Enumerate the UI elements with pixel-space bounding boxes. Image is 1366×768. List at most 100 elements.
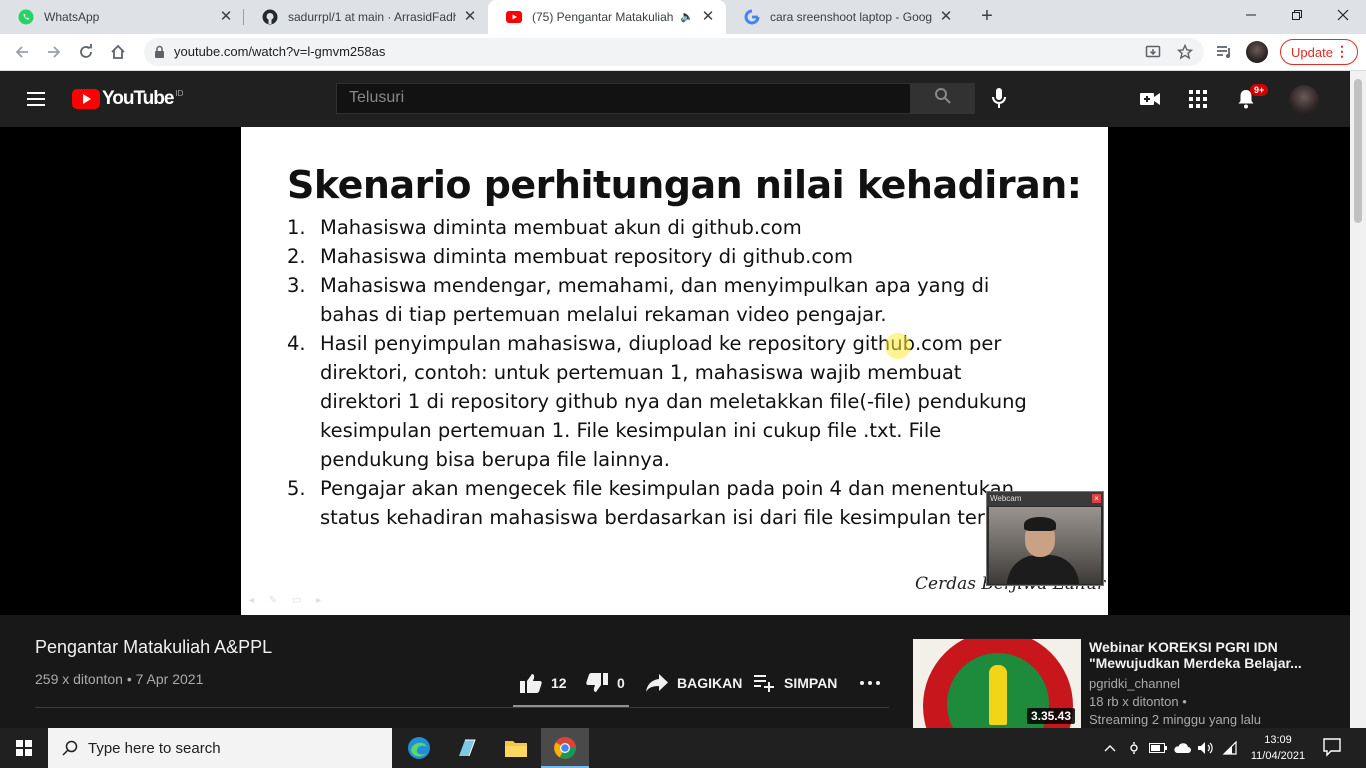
more-menu-icon: ⋮: [1335, 43, 1349, 59]
browser-toolbar: youtube.com/watch?v=l-gmvm258as Update ⋮: [0, 34, 1366, 71]
webcam-title: Webcam: [987, 492, 1103, 506]
screen: WhatsApp ✕ sadurrpl/1 at main · ArrasidF…: [0, 0, 1366, 768]
dislike-button[interactable]: 0: [585, 670, 625, 696]
notes-app-icon[interactable]: [443, 728, 491, 768]
wifi-icon[interactable]: [1220, 738, 1240, 758]
close-tab-icon[interactable]: ✕: [218, 9, 234, 25]
tab-github[interactable]: sadurrpl/1 at main · ArrasidFadhl ✕: [244, 0, 488, 34]
install-app-icon[interactable]: [1144, 43, 1162, 61]
update-button[interactable]: Update ⋮: [1280, 39, 1358, 65]
onedrive-cloud-icon[interactable]: [1172, 738, 1192, 758]
search-input[interactable]: Telusuri: [336, 83, 911, 114]
minimize-icon[interactable]: [1228, 0, 1274, 30]
video-meta: 259 x ditonton • 7 Apr 2021: [35, 671, 204, 687]
recommended-age: Streaming 2 minggu yang lalu: [1089, 712, 1261, 727]
hamburger-menu-icon[interactable]: [24, 87, 48, 111]
show-hidden-icons-icon[interactable]: [1100, 738, 1120, 758]
taskbar-search-placeholder: Type here to search: [88, 739, 221, 757]
recommended-channel[interactable]: pgridki_channel: [1089, 676, 1180, 691]
tab-title: cara sreenshoot laptop - Google: [770, 10, 932, 24]
slide-list-item: 3. Mahasiswa mendengar, memahami, dan men…: [287, 274, 990, 326]
cursor-highlight: [885, 333, 911, 359]
slide-list: 1. Mahasiswa diminta membuat akun di gith…: [287, 213, 1047, 532]
thumbs-up-icon: [519, 671, 543, 695]
chrome-icon[interactable]: [541, 728, 589, 768]
close-tab-icon[interactable]: ✕: [938, 9, 954, 25]
media-control-icon[interactable]: [1214, 41, 1236, 63]
share-label: BAGIKAN: [677, 675, 743, 691]
slide-heading: Skenario perhitungan nilai kehadiran:: [287, 163, 1082, 207]
scrollbar-thumb[interactable]: [1354, 79, 1362, 223]
more-horizontal-icon: [858, 671, 882, 695]
tab-youtube[interactable]: (75) Pengantar Matakuliah A 🔈 ✕: [488, 0, 726, 34]
system-clock[interactable]: 13:09 11/04/2021: [1247, 732, 1309, 764]
logo-text: YouTube: [102, 88, 174, 109]
slide-list-item: 5. Pengajar akan mengecek file kesimpulan…: [287, 477, 1046, 529]
close-tab-icon[interactable]: ✕: [462, 9, 478, 25]
tab-title: WhatsApp: [44, 10, 100, 24]
more-actions-button[interactable]: [858, 670, 890, 696]
volume-icon[interactable]: [1196, 738, 1216, 758]
edge-browser-icon[interactable]: [395, 728, 443, 768]
tab-whatsapp[interactable]: WhatsApp ✕: [0, 0, 244, 34]
microphone-icon[interactable]: [986, 85, 1012, 111]
recommended-views: 18 rb x ditonton •: [1089, 694, 1187, 709]
youtube-play-icon: [72, 89, 100, 109]
action-center-icon[interactable]: [1322, 737, 1344, 759]
country-code: ID: [175, 88, 184, 98]
tab-google[interactable]: cara sreenshoot laptop - Google ✕: [726, 0, 964, 34]
url-text: youtube.com/watch?v=l-gmvm258as: [174, 44, 386, 59]
slide-list-item: 2. Mahasiswa diminta membuat repository d…: [287, 245, 853, 268]
forward-arrow-icon[interactable]: [42, 40, 66, 64]
slide-list-item: 1. Mahasiswa diminta membuat akun di gith…: [287, 216, 802, 239]
update-label: Update: [1291, 44, 1333, 60]
battery-icon[interactable]: [1148, 738, 1168, 758]
address-bar[interactable]: youtube.com/watch?v=l-gmvm258as: [144, 38, 1204, 66]
close-window-icon[interactable]: [1320, 0, 1366, 30]
share-arrow-icon: [645, 671, 669, 695]
windows-taskbar: Type here to search 13:09 11/04/2021: [0, 728, 1366, 768]
like-count: 12: [551, 675, 567, 691]
create-video-icon[interactable]: [1138, 87, 1162, 111]
browser-tab-strip: WhatsApp ✕ sadurrpl/1 at main · ArrasidF…: [0, 0, 1366, 34]
video-player[interactable]: Skenario perhitungan nilai kehadiran: 1.…: [0, 127, 1350, 615]
device-icon[interactable]: [1124, 738, 1144, 758]
reload-icon[interactable]: [74, 40, 98, 64]
presentation-slide: Skenario perhitungan nilai kehadiran: 1.…: [241, 127, 1108, 615]
search-button[interactable]: [910, 83, 975, 114]
notification-badge: 9+: [1250, 84, 1269, 96]
page-scrollbar[interactable]: [1350, 71, 1366, 728]
clock-date: 11/04/2021: [1250, 750, 1306, 762]
divider: [35, 707, 889, 708]
slide-list-item: 4. Hasil penyimpulan mahasiswa, diupload …: [287, 332, 1027, 471]
youtube-logo[interactable]: YouTube ID: [72, 88, 183, 110]
audio-playing-icon[interactable]: 🔈: [680, 9, 694, 25]
save-button[interactable]: SIMPAN: [752, 670, 837, 696]
back-arrow-icon[interactable]: [10, 40, 34, 64]
google-icon: [744, 9, 760, 25]
close-icon: ×: [1092, 494, 1101, 503]
file-explorer-icon[interactable]: [492, 728, 540, 768]
github-icon: [262, 9, 278, 25]
profile-avatar[interactable]: [1246, 41, 1268, 63]
taskbar-search-input[interactable]: Type here to search: [48, 728, 392, 768]
pgri-logo: [989, 665, 1007, 725]
slide-controls-icon: ◂ ✎ ▭ ▸: [249, 595, 328, 606]
apps-grid-icon[interactable]: [1186, 87, 1210, 111]
home-icon[interactable]: [106, 40, 130, 64]
like-button[interactable]: 12: [519, 670, 567, 696]
account-avatar[interactable]: [1289, 85, 1319, 115]
bookmark-star-icon[interactable]: [1176, 43, 1194, 61]
playlist-add-icon: [752, 671, 776, 695]
clock-time: 13:09: [1264, 734, 1292, 746]
save-label: SIMPAN: [784, 675, 838, 691]
search-icon: [934, 87, 952, 110]
restore-icon[interactable]: [1274, 0, 1320, 30]
close-tab-icon[interactable]: ✕: [700, 9, 716, 25]
new-tab-button[interactable]: +: [976, 5, 998, 27]
share-button[interactable]: BAGIKAN: [645, 670, 742, 696]
windows-start-icon[interactable]: [0, 728, 48, 768]
recommended-video-thumbnail[interactable]: 3.35.43: [913, 639, 1081, 728]
recommended-video-title[interactable]: Webinar KOREKSI PGRI IDN "Mewujudkan Mer…: [1089, 639, 1319, 671]
webcam-feed: [989, 507, 1101, 584]
